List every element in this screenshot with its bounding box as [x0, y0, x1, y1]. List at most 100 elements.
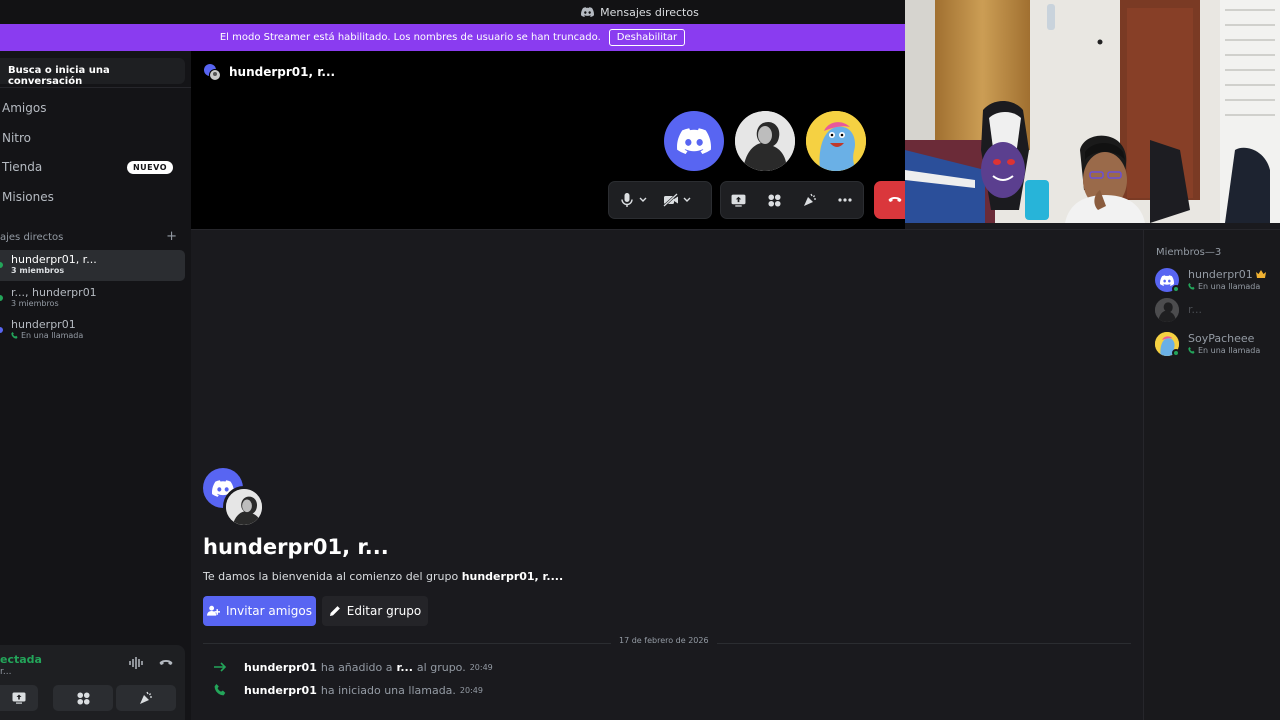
voice-status: ectada — [0, 653, 42, 666]
dm-item-group-2[interactable]: r..., hunderpr01 3 miembros — [0, 283, 185, 314]
member-item[interactable]: SoyPacheee En una llamada — [1155, 330, 1275, 360]
phone-icon — [1188, 283, 1195, 290]
avatar — [1155, 298, 1179, 322]
soundboard-icon — [803, 193, 816, 206]
character-avatar-icon — [806, 111, 866, 171]
divider — [0, 87, 191, 88]
group-name: hunderpr01, r.... — [461, 570, 564, 583]
group-avatar — [203, 468, 267, 528]
nav-label: Tienda — [2, 160, 43, 174]
system-message: hunderpr01 ha iniciado una llamada. 20:4… — [209, 682, 483, 698]
edit-label: Editar grupo — [346, 604, 422, 618]
share-screen-button[interactable] — [729, 190, 749, 210]
pencil-icon — [329, 606, 340, 616]
voice-channel: r... — [0, 667, 12, 677]
crown-icon — [1256, 270, 1267, 278]
nav-label: Misiones — [2, 190, 54, 204]
screen-share-icon — [731, 194, 746, 207]
dm-sidebar: Busca o inicia una conversación Amigos N… — [0, 51, 191, 720]
member-list-header: Miembros—3 — [1156, 247, 1222, 258]
call-actions — [720, 181, 864, 219]
member-list: Miembros—3 hunderpr01 En una llamada r..… — [1143, 229, 1280, 720]
message-target[interactable]: r... — [397, 661, 413, 674]
activities-button[interactable] — [765, 190, 785, 210]
member-item[interactable]: r... — [1155, 296, 1275, 326]
dm-section-header: ajes directos + — [0, 229, 185, 244]
status-dot — [0, 327, 3, 333]
audio-video-controls — [608, 181, 712, 219]
user-avatar — [223, 486, 265, 528]
participant-avatar[interactable] — [806, 111, 866, 171]
disconnect-icon[interactable] — [159, 657, 173, 669]
participant-avatar[interactable] — [735, 111, 795, 171]
dm-item-user[interactable]: hunderpr01 En una llamada — [0, 315, 185, 346]
add-dm-button[interactable]: + — [166, 229, 177, 244]
member-name: hunderpr01 — [1188, 268, 1267, 281]
voice-status-panel: ectada r... — [0, 645, 185, 720]
window-title: Mensajes directos — [600, 5, 699, 19]
message-user[interactable]: hunderpr01 — [244, 661, 317, 674]
soundboard-icon — [140, 691, 152, 704]
invite-friends-button[interactable]: Invitar amigos — [203, 596, 316, 626]
microphone-button[interactable] — [617, 190, 637, 210]
status-dot — [0, 295, 3, 301]
phone-icon — [214, 684, 226, 696]
online-status — [1172, 285, 1180, 293]
chevron-down-icon[interactable] — [683, 197, 691, 203]
member-name: r... — [1188, 303, 1203, 316]
welcome-prefix: Te damos la bienvenida al comienzo del g… — [203, 570, 462, 583]
dm-sub: En una llamada — [11, 331, 185, 340]
discord-logo-icon — [1160, 274, 1174, 286]
nav-label: Nitro — [2, 131, 32, 145]
participant-avatar[interactable] — [664, 111, 724, 171]
member-activity: En una llamada — [1188, 282, 1260, 291]
group-title: hunderpr01, r... — [203, 535, 389, 559]
hang-up-icon — [888, 197, 902, 202]
message-text: ha iniciado una llamada. — [320, 683, 456, 697]
chat-main: hunderpr01, r... Te damos la bienvenida … — [191, 229, 1143, 720]
soundboard-button[interactable] — [116, 685, 176, 711]
date-label: 17 de febrero de 2026 — [611, 636, 717, 645]
sidebar-item-shop[interactable]: Tienda NUEVO — [0, 153, 185, 181]
noise-suppression-icon[interactable] — [129, 657, 143, 669]
streamer-message: El modo Streamer está habilitado. Los no… — [219, 32, 601, 43]
sidebar-item-friends[interactable]: Amigos — [0, 94, 185, 122]
phone-icon — [1188, 347, 1195, 354]
share-screen-button[interactable] — [0, 685, 38, 711]
call-title: hunderpr01, r... — [229, 65, 336, 79]
chevron-down-icon[interactable] — [639, 197, 647, 203]
streamer-mode-banner: El modo Streamer está habilitado. Los no… — [0, 24, 905, 51]
discord-logo-icon — [581, 7, 595, 17]
edit-group-button[interactable]: Editar grupo — [322, 596, 428, 626]
dm-header-label: ajes directos — [0, 232, 64, 243]
dm-sub-text: En una llamada — [21, 331, 84, 340]
more-options-button[interactable] — [836, 190, 856, 210]
camera-off-icon — [663, 193, 678, 207]
online-status — [1172, 349, 1180, 357]
nav-label: Amigos — [2, 101, 47, 115]
dm-item-group-1[interactable]: hunderpr01, r... 3 miembros — [0, 250, 185, 281]
dm-name: hunderpr01, r... — [11, 253, 97, 266]
soundboard-button[interactable] — [800, 190, 820, 210]
message-text: al grupo. — [416, 660, 466, 674]
webcam-overlay — [905, 0, 1280, 223]
activities-button[interactable] — [53, 685, 113, 711]
sidebar-item-quests[interactable]: Misiones — [0, 183, 185, 211]
add-friend-icon — [207, 605, 220, 616]
search-input[interactable]: Busca o inicia una conversación — [0, 58, 185, 87]
camera-button[interactable] — [661, 190, 681, 210]
webcam-feed-image — [905, 0, 1280, 223]
member-item[interactable]: hunderpr01 En una llamada — [1155, 266, 1275, 296]
system-message: hunderpr01 ha añadido a r... al grupo. 2… — [209, 659, 493, 675]
member-name-text: hunderpr01 — [1188, 268, 1253, 281]
disable-streamer-button[interactable]: Deshabilitar — [608, 29, 686, 46]
dm-name: hunderpr01 — [11, 318, 76, 331]
message-time: 20:49 — [469, 662, 493, 672]
message-user[interactable]: hunderpr01 — [244, 684, 317, 697]
welcome-message: Te damos la bienvenida al comienzo del g… — [203, 570, 563, 583]
invite-label: Invitar amigos — [226, 604, 312, 618]
sidebar-item-nitro[interactable]: Nitro — [0, 124, 185, 152]
new-badge: NUEVO — [126, 160, 173, 174]
member-name: SoyPacheee — [1188, 332, 1255, 345]
member-activity-text: En una llamada — [1198, 282, 1261, 291]
